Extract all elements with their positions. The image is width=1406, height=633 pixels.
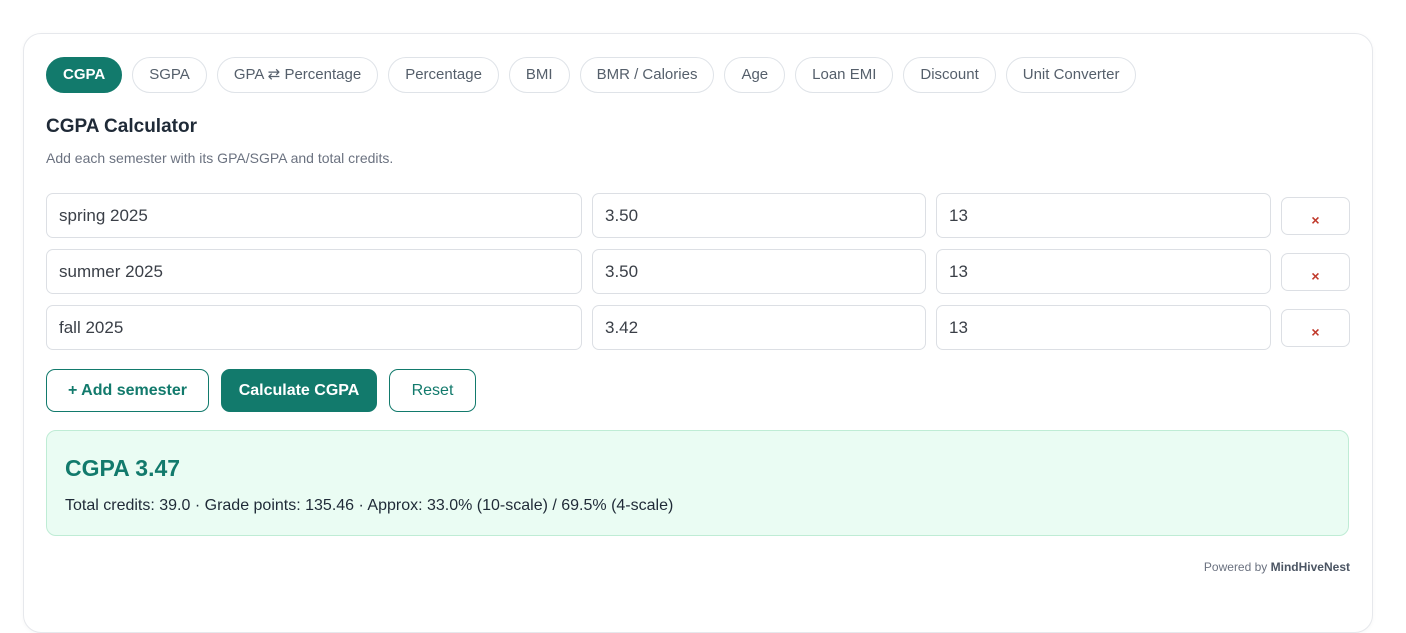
semester-row: × [46,249,1350,294]
close-icon: × [1311,211,1320,228]
semester-name-input[interactable] [46,193,582,238]
semester-name-input[interactable] [46,305,582,350]
semester-row: × [46,193,1350,238]
result-panel: CGPA 3.47 Total credits: 39.0 · Grade po… [46,430,1349,536]
tab-cgpa[interactable]: CGPA [46,57,123,93]
tab-age[interactable]: Age [724,57,786,93]
remove-semester-button[interactable]: × [1281,252,1350,291]
tab-bmr-calories[interactable]: BMR / Calories [579,57,715,93]
remove-semester-button[interactable]: × [1281,308,1350,347]
tab-sgpa[interactable]: SGPA [132,57,207,93]
semester-row: × [46,305,1350,350]
calculate-cgpa-button[interactable]: Calculate CGPA [221,369,377,412]
remove-semester-button[interactable]: × [1281,196,1350,235]
result-details: Total credits: 39.0 · Grade points: 135.… [65,497,674,514]
calculator-card: CGPA SGPA GPA ⇄ Percentage Percentage BM… [23,33,1373,633]
add-semester-button[interactable]: + Add semester [46,369,209,412]
powered-by-prefix: Powered by [1203,560,1268,574]
semester-credits-input[interactable] [936,305,1271,350]
calculator-tabs: CGPA SGPA GPA ⇄ Percentage Percentage BM… [46,57,1137,93]
semester-name-input[interactable] [46,249,582,294]
reset-button[interactable]: Reset [389,369,476,412]
semester-gpa-input[interactable] [592,193,926,238]
semester-gpa-input[interactable] [592,249,926,294]
tab-gpa-percentage[interactable]: GPA ⇄ Percentage [216,57,379,93]
tab-loan-emi[interactable]: Loan EMI [795,57,894,93]
semester-credits-input[interactable] [936,193,1271,238]
semester-credits-input[interactable] [936,249,1271,294]
tab-discount[interactable]: Discount [903,57,996,93]
tab-bmi[interactable]: BMI [508,57,570,93]
tab-unit-converter[interactable]: Unit Converter [1005,57,1137,93]
tab-percentage[interactable]: Percentage [388,57,499,93]
close-icon: × [1311,267,1320,284]
semester-gpa-input[interactable] [592,305,926,350]
powered-by: Powered by MindHiveNest [1204,560,1350,574]
action-bar: + Add semester Calculate CGPA Reset [46,369,476,412]
page-title: CGPA Calculator [46,116,197,137]
page-subtitle: Add each semester with its GPA/SGPA and … [46,150,394,166]
close-icon: × [1311,323,1320,340]
brand-link[interactable]: MindHiveNest [1271,560,1350,574]
semester-list: × × × [46,193,1350,361]
result-title: CGPA 3.47 [65,455,181,481]
